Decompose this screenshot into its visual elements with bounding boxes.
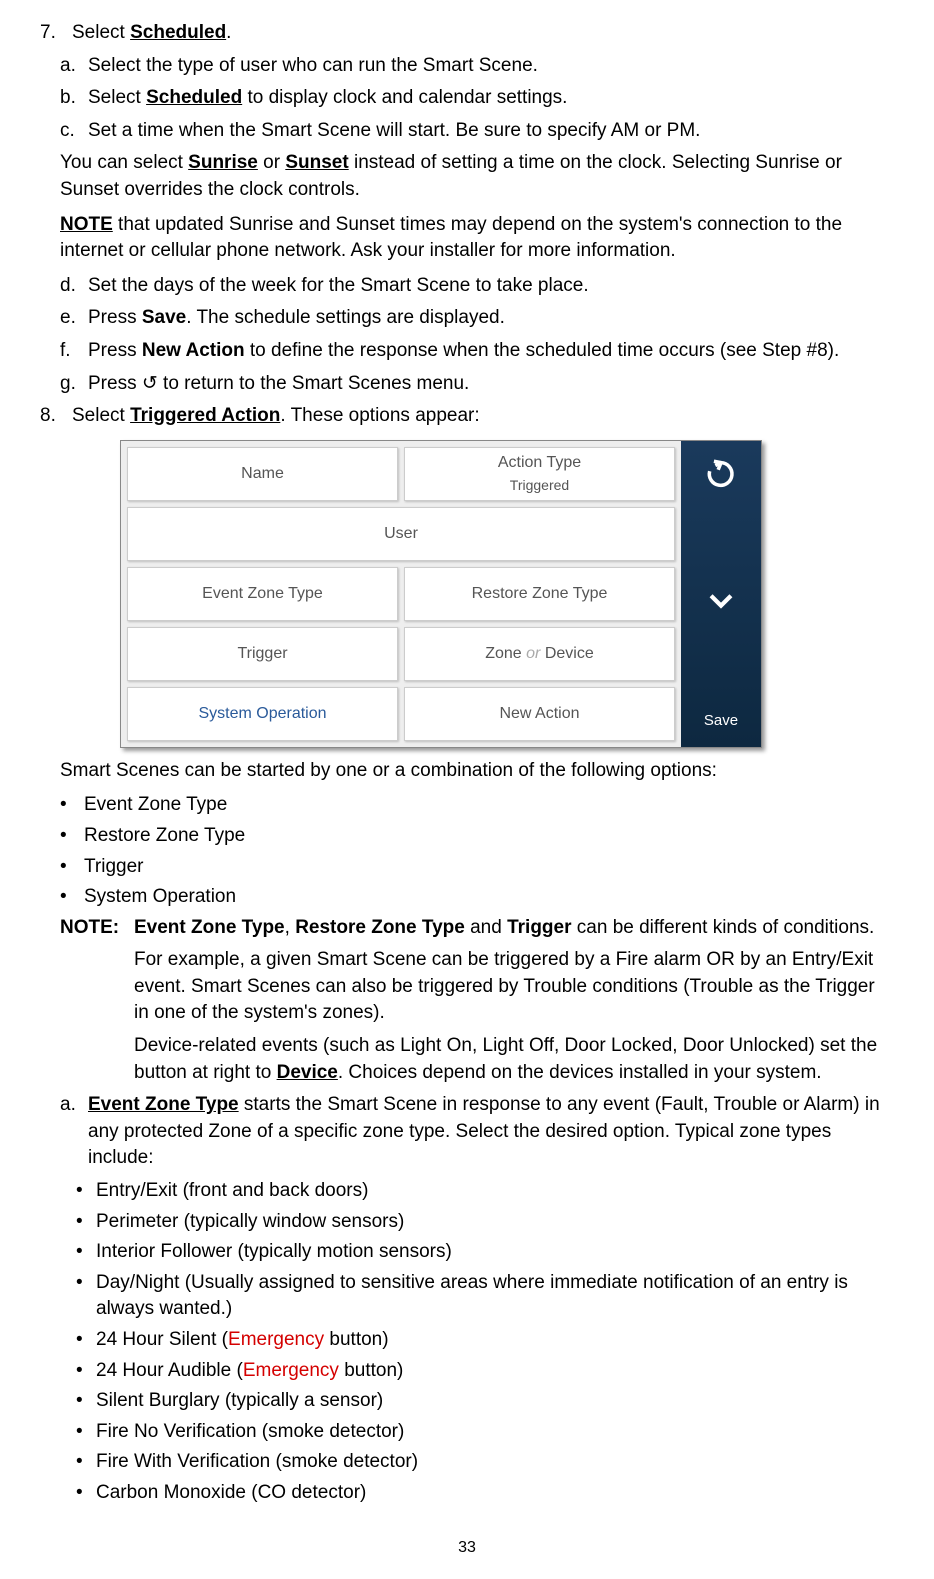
zonetype-silent-burglary: •Silent Burglary (typically a sensor): [76, 1388, 894, 1415]
bullet-trigger: •Trigger: [60, 854, 894, 881]
ui-action-type-button[interactable]: Action Type Triggered: [404, 447, 675, 501]
step-7d: d. Set the days of the week for the Smar…: [60, 273, 894, 300]
back-icon[interactable]: [704, 457, 738, 498]
step-8: 8. Select Triggered Action. These option…: [40, 403, 894, 430]
page-number: 33: [40, 1537, 894, 1559]
zonetype-entry-exit: •Entry/Exit (front and back doors): [76, 1178, 894, 1205]
step-7c: c. Set a time when the Smart Scene will …: [60, 118, 894, 145]
step-8-note-p2: For example, a given Smart Scene can be …: [134, 947, 894, 1027]
step-7-note: NOTE that updated Sunrise and Sunset tim…: [60, 212, 894, 265]
step-8-note-p3: Device-related events (such as Light On,…: [134, 1033, 894, 1086]
zonetype-24h-silent: •24 Hour Silent (Emergency button): [76, 1327, 894, 1354]
step-7e: e. Press Save. The schedule settings are…: [60, 305, 894, 332]
ui-new-action-button[interactable]: New Action: [404, 687, 675, 741]
step-7-para1: You can select Sunrise or Sunset instead…: [60, 150, 894, 203]
zonetype-perimeter: •Perimeter (typically window sensors): [76, 1209, 894, 1236]
step-7a: a. Select the type of user who can run t…: [60, 53, 894, 80]
ui-zone-device-button[interactable]: Zone or Device: [404, 627, 675, 681]
step-7b: b. Select Scheduled to display clock and…: [60, 85, 894, 112]
step-8a: a. Event Zone Type starts the Smart Scen…: [60, 1092, 894, 1172]
zonetype-interior: •Interior Follower (typically motion sen…: [76, 1239, 894, 1266]
bullet-restore-zone: •Restore Zone Type: [60, 823, 894, 850]
ui-screenshot: Name Action Type Triggered User Event Zo…: [120, 440, 894, 748]
ui-user-button[interactable]: User: [127, 507, 675, 561]
ui-name-button[interactable]: Name: [127, 447, 398, 501]
step-7-text: Select Scheduled.: [72, 20, 894, 47]
ui-trigger-button[interactable]: Trigger: [127, 627, 398, 681]
step-7: 7. Select Scheduled.: [40, 20, 894, 47]
step-7g: g. Press ↺ to return to the Smart Scenes…: [60, 371, 894, 398]
chevron-down-icon[interactable]: [704, 583, 738, 624]
bullet-system-operation: •System Operation: [60, 884, 894, 911]
ui-event-zone-button[interactable]: Event Zone Type: [127, 567, 398, 621]
step-8-after-fig: Smart Scenes can be started by one or a …: [60, 758, 894, 785]
zonetype-fire-with-verify: •Fire With Verification (smoke detector): [76, 1449, 894, 1476]
zonetype-24h-audible: •24 Hour Audible (Emergency button): [76, 1358, 894, 1385]
zonetype-fire-no-verify: •Fire No Verification (smoke detector): [76, 1419, 894, 1446]
ui-save-button[interactable]: Save: [704, 710, 738, 731]
ui-restore-zone-button[interactable]: Restore Zone Type: [404, 567, 675, 621]
step-number: 7.: [40, 20, 72, 47]
step-7f: f. Press New Action to define the respon…: [60, 338, 894, 365]
ui-system-operation-button[interactable]: System Operation: [127, 687, 398, 741]
zonetype-day-night: •Day/Night (Usually assigned to sensitiv…: [76, 1270, 894, 1323]
bullet-event-zone: •Event Zone Type: [60, 792, 894, 819]
zonetype-carbon-monoxide: •Carbon Monoxide (CO detector): [76, 1480, 894, 1507]
step-8-note: NOTE: Event Zone Type, Restore Zone Type…: [60, 915, 894, 942]
